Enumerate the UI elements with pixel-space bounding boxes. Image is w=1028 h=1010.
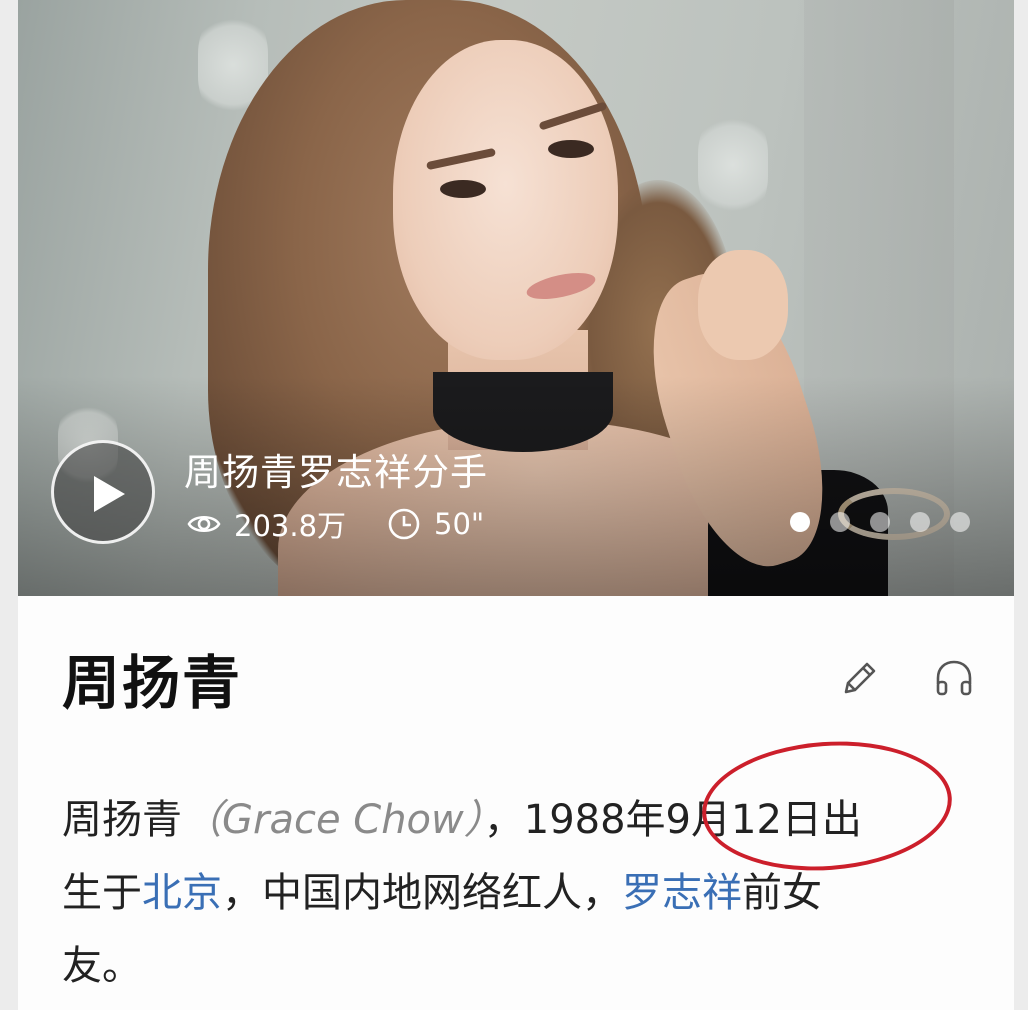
- carousel-dot[interactable]: [830, 512, 850, 532]
- link-luozhixiang[interactable]: 罗志祥: [622, 870, 742, 916]
- video-meta: 203.8万 50": [186, 504, 484, 544]
- clock-icon: [388, 508, 420, 540]
- carousel-dot[interactable]: [950, 512, 970, 532]
- carousel-dot[interactable]: [910, 512, 930, 532]
- summary-comma: ，: [483, 797, 524, 843]
- entry-card: 周扬青 周扬青（Grace Chow），1988年9月12日出 生于北京，中国内…: [18, 596, 1014, 1010]
- summary-text: 友。: [62, 943, 142, 989]
- video-cover[interactable]: 周扬青罗志祥分手 203.8万 50": [18, 0, 1014, 596]
- entry-summary: 周扬青（Grace Chow），1988年9月12日出 生于北京，中国内地网络红…: [62, 784, 982, 1003]
- pencil-icon[interactable]: [836, 654, 884, 702]
- summary-english-name: （Grace Chow）: [182, 797, 484, 843]
- left-edge: [0, 0, 18, 1010]
- cover-gradient: [18, 376, 1014, 596]
- summary-birth-date: 9月12日出: [665, 797, 862, 843]
- entry-title: 周扬青: [62, 649, 243, 717]
- summary-name: 周扬青: [62, 797, 182, 843]
- video-duration: 50": [434, 507, 485, 541]
- page: 周扬青罗志祥分手 203.8万 50" 周扬青 周扬青（Grace Chow），…: [0, 0, 1028, 1010]
- video-title[interactable]: 周扬青罗志祥分手: [184, 442, 488, 496]
- play-button[interactable]: [51, 440, 155, 544]
- summary-birth-year: 1988年: [523, 797, 666, 843]
- view-count: 203.8万: [234, 509, 347, 543]
- right-edge: [1014, 0, 1028, 1010]
- carousel-dot[interactable]: [790, 512, 810, 532]
- carousel-dot[interactable]: [870, 512, 890, 532]
- summary-text: 生于: [62, 870, 142, 916]
- play-icon: [94, 476, 125, 512]
- headphones-icon[interactable]: [930, 654, 978, 702]
- link-beijing[interactable]: 北京: [142, 870, 222, 916]
- eye-icon: [187, 515, 221, 533]
- summary-text: 前女: [742, 870, 822, 916]
- summary-text: ，中国内地网络红人，: [222, 870, 622, 916]
- carousel-indicator: [790, 512, 970, 532]
